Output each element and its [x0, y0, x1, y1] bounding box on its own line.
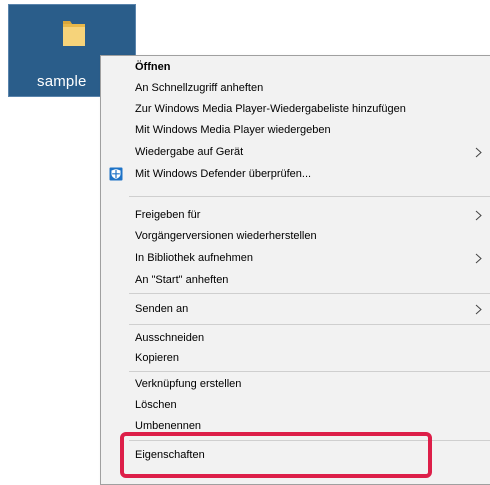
menu-item-cut[interactable]: Ausschneiden	[101, 328, 490, 349]
menu-item-label: Öffnen	[135, 61, 171, 73]
menu-item-label: Verknüpfung erstellen	[135, 378, 242, 390]
menu-item-label: Löschen	[135, 399, 177, 411]
chevron-right-icon	[475, 210, 482, 221]
menu-item-label: Kopieren	[135, 352, 180, 364]
context-menu: Öffnen An Schnellzugriff anheften Zur Wi…	[100, 55, 490, 485]
menu-item-label: Wiedergabe auf Gerät	[135, 146, 244, 158]
menu-item-label: Senden an	[135, 303, 189, 315]
menu-item-restore-versions[interactable]: Vorgängerversionen wiederherstellen	[101, 226, 490, 247]
menu-item-label: An Schnellzugriff anheften	[135, 82, 264, 94]
menu-item-label: Freigeben für	[135, 209, 201, 221]
menu-item-send-to[interactable]: Senden an	[101, 299, 490, 320]
menu-item-open[interactable]: Öffnen	[101, 57, 490, 78]
highlight-frame	[120, 432, 432, 478]
menu-item-share-with[interactable]: Freigeben für	[101, 205, 490, 226]
menu-item-cast-to-device[interactable]: Wiedergabe auf Gerät	[101, 142, 490, 163]
menu-item-label: An "Start" anheften	[135, 274, 229, 286]
menu-item-create-shortcut[interactable]: Verknüpfung erstellen	[101, 374, 490, 395]
menu-item-defender-scan[interactable]: Mit Windows Defender überprüfen...	[101, 164, 490, 185]
menu-item-pin-quick-access[interactable]: An Schnellzugriff anheften	[101, 78, 490, 99]
menu-item-label: Mit Windows Defender überprüfen...	[135, 168, 312, 180]
menu-item-include-in-library[interactable]: In Bibliothek aufnehmen	[101, 248, 490, 269]
menu-item-copy[interactable]: Kopieren	[101, 348, 490, 369]
menu-item-label: Mit Windows Media Player wiedergeben	[135, 124, 331, 136]
menu-item-delete[interactable]: Löschen	[101, 395, 490, 416]
folder-icon	[63, 21, 85, 46]
menu-separator	[129, 371, 490, 372]
menu-item-play-media-player[interactable]: Mit Windows Media Player wiedergeben	[101, 120, 490, 141]
desktop-icon-label: sample	[37, 73, 87, 90]
menu-item-label: Ausschneiden	[135, 332, 205, 344]
chevron-right-icon	[475, 304, 482, 315]
menu-item-add-to-playlist[interactable]: Zur Windows Media Player-Wiedergabeliste…	[101, 99, 490, 120]
menu-item-pin-to-start[interactable]: An "Start" anheften	[101, 270, 490, 291]
chevron-right-icon	[475, 147, 482, 158]
menu-item-label: In Bibliothek aufnehmen	[135, 252, 254, 264]
windows-defender-shield-icon	[109, 167, 123, 181]
menu-item-label: Vorgängerversionen wiederherstellen	[135, 230, 317, 242]
menu-separator	[129, 196, 490, 197]
menu-separator	[129, 324, 490, 325]
menu-item-label: Zur Windows Media Player-Wiedergabeliste…	[135, 103, 406, 115]
chevron-right-icon	[475, 253, 482, 264]
menu-separator	[129, 293, 490, 294]
